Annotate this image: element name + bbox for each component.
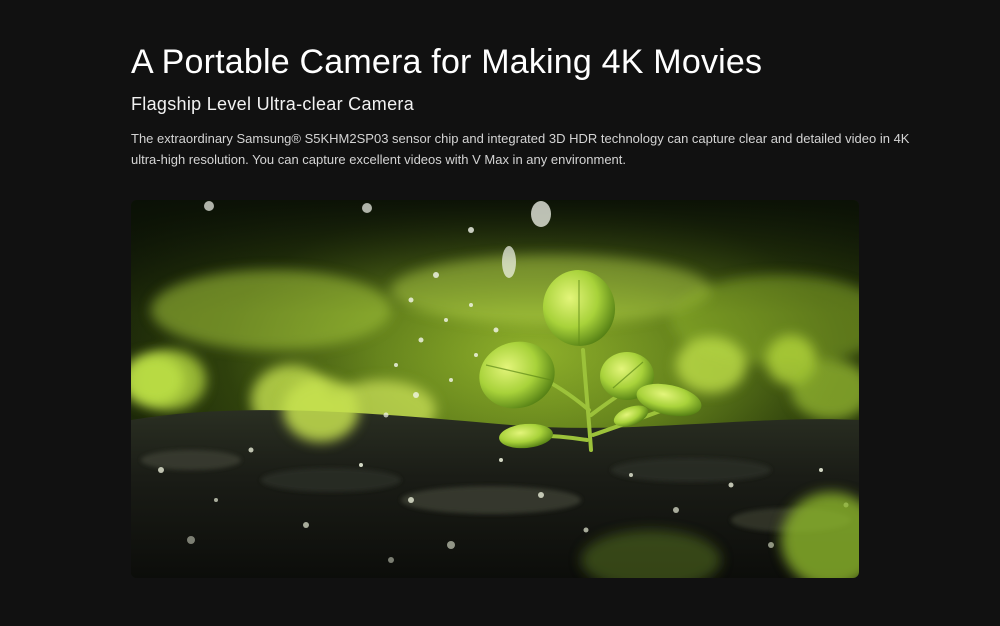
product-feature-section: A Portable Camera for Making 4K Movies F… — [0, 0, 1000, 626]
feature-subheadline: Flagship Level Ultra-clear Camera — [131, 94, 415, 114]
feature-headline: A Portable Camera for Making 4K Movies — [131, 43, 763, 81]
feature-description: The extraordinary Samsung® S5KHM2SP03 se… — [131, 131, 910, 167]
feature-text-block: A Portable Camera for Making 4K Movies F… — [131, 40, 911, 170]
seedling-photo-icon — [131, 200, 859, 578]
hero-image — [131, 200, 859, 578]
